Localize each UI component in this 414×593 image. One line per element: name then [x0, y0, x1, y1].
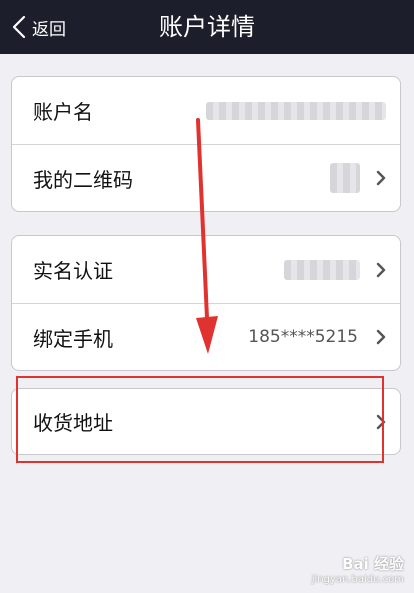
row-bind-phone[interactable]: 绑定手机 185****5215 [12, 303, 400, 370]
verification-group: 实名认证 绑定手机 185****5215 [11, 235, 401, 371]
account-name-label: 账户名 [33, 100, 93, 124]
qrcode-thumbnail-blurred [330, 163, 360, 193]
row-shipping-address[interactable]: 收货地址 [12, 389, 400, 454]
watermark-logo: Bai 经验 jingyan.baidu.com [312, 553, 404, 585]
watermark-url: jingyan.baidu.com [311, 574, 404, 585]
watermark-brand: Bai 经验 [342, 555, 404, 573]
row-my-qrcode[interactable]: 我的二维码 [12, 144, 400, 211]
address-group: 收货地址 [11, 388, 401, 455]
row-account-name[interactable]: 账户名 [12, 77, 400, 144]
chevron-right-icon [376, 414, 386, 429]
page-title: 账户详情 [159, 13, 255, 41]
shipping-address-label: 收货地址 [33, 411, 113, 435]
chevron-right-icon [376, 170, 386, 186]
real-name-verification-label: 实名认证 [33, 259, 113, 283]
navbar: 返回 账户详情 [0, 0, 414, 54]
account-name-value-blurred [206, 101, 386, 120]
my-qrcode-label: 我的二维码 [33, 167, 133, 192]
chevron-right-icon [376, 329, 386, 345]
verification-status-blurred [284, 259, 360, 280]
bind-phone-value: 185****5215 [248, 327, 358, 347]
chevron-right-icon [376, 262, 386, 277]
bind-phone-label: 绑定手机 [33, 326, 113, 351]
row-real-name-verification[interactable]: 实名认证 [12, 236, 400, 303]
account-group: 账户名 我的二维码 [11, 76, 401, 212]
